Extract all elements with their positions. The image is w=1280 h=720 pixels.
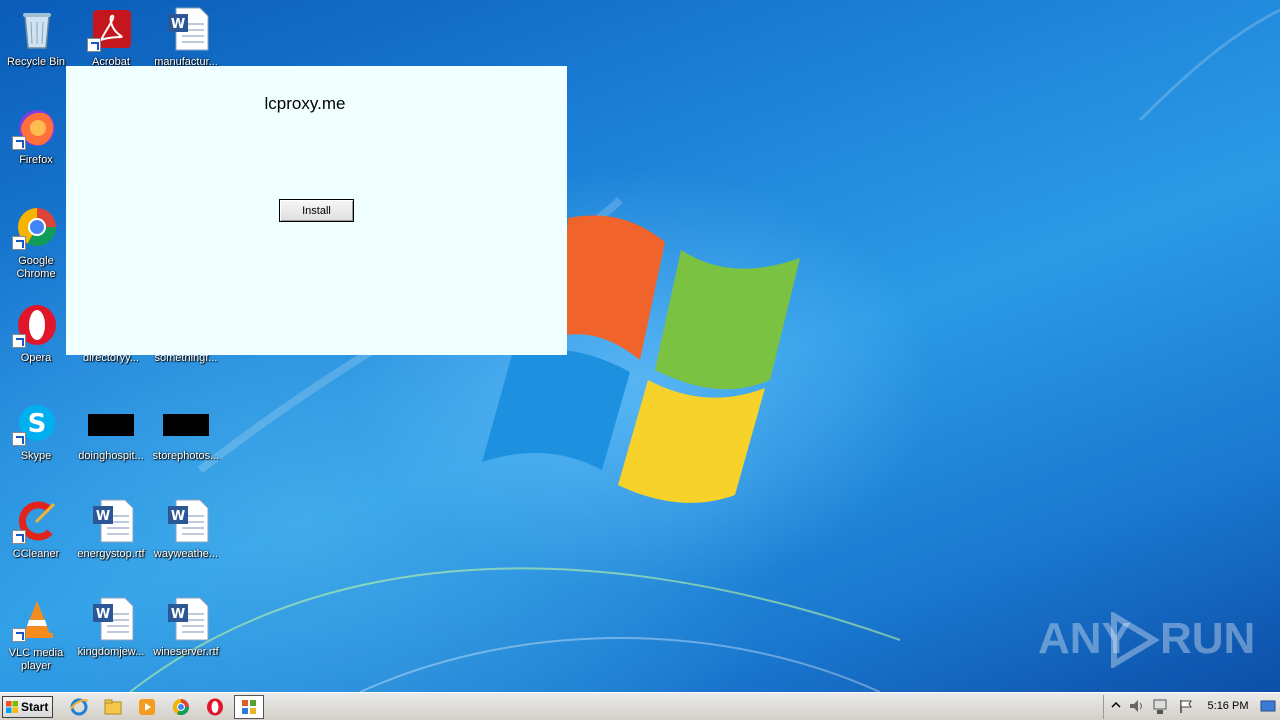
svg-text:S: S <box>28 409 47 439</box>
desktop-icon-google-chrome[interactable]: Google Chrome <box>0 198 72 286</box>
desktop-icon-vlc[interactable]: VLC media player <box>0 590 72 678</box>
icon-label: doinghospit... <box>78 450 144 462</box>
installer-popup-window: lcproxy.me Install <box>66 66 567 355</box>
svg-text:W: W <box>171 509 185 524</box>
volume-icon[interactable] <box>1128 698 1146 714</box>
chrome-icon[interactable] <box>171 697 191 717</box>
active-app-icon <box>242 700 256 714</box>
recycle-bin-icon <box>23 13 51 49</box>
icon-label: CCleaner <box>12 548 60 560</box>
desktop-icon-opera[interactable]: Opera <box>0 296 72 384</box>
word-doc-icon: W <box>93 597 134 641</box>
anyrun-watermark: ANY RUN <box>1038 612 1255 668</box>
icon-label: Google Chrome <box>16 255 56 280</box>
svg-text:W: W <box>96 509 110 524</box>
blank-file-icon <box>163 414 209 436</box>
taskbar: Start 5:16 PM <box>0 692 1280 720</box>
desktop-icon-kingdomjew[interactable]: W kingdomjew... <box>75 590 147 678</box>
taskbar-active-app[interactable] <box>234 695 264 719</box>
desktop-icon-storephotos[interactable]: storephotos... <box>150 394 222 482</box>
svg-text:W: W <box>171 17 185 32</box>
icon-label: Opera <box>20 352 52 364</box>
shortcut-arrow-icon <box>87 38 101 52</box>
watermark-text-right: RUN <box>1160 614 1256 663</box>
shortcut-arrow-icon <box>12 136 26 150</box>
desktop-icon-skype[interactable]: S Skype <box>0 394 72 482</box>
file-explorer-icon[interactable] <box>103 697 123 717</box>
action-center-flag-icon[interactable] <box>1178 698 1194 714</box>
start-label: Start <box>21 700 49 714</box>
word-doc-icon: W <box>168 499 209 543</box>
desktop-icon-firefox[interactable]: Firefox <box>0 98 72 186</box>
icon-label: VLC media player <box>8 647 64 672</box>
icon-label: Firefox <box>19 154 53 166</box>
popup-title: lcproxy.me <box>264 94 346 113</box>
show-hidden-icons-icon[interactable] <box>1111 700 1121 712</box>
network-icon[interactable] <box>1152 698 1170 716</box>
media-player-icon[interactable] <box>137 697 157 717</box>
shortcut-arrow-icon <box>12 628 26 642</box>
icon-label: Recycle Bin <box>6 56 66 68</box>
svg-text:W: W <box>96 607 110 622</box>
play-logo-icon <box>1111 612 1160 668</box>
blank-file-icon <box>88 414 134 436</box>
start-button[interactable]: Start <box>2 696 53 718</box>
opera-icon[interactable] <box>205 697 225 717</box>
icon-label: wayweathe... <box>153 548 219 560</box>
desktop: Recycle Bin Firefox Google Chrome Opera <box>0 0 1280 692</box>
install-button[interactable]: Install <box>279 199 354 222</box>
show-desktop-icon[interactable] <box>1260 697 1276 715</box>
desktop-icon-ccleaner[interactable]: CCleaner <box>0 492 72 580</box>
shortcut-arrow-icon <box>12 334 26 348</box>
icon-label: energystop.rtf <box>77 548 145 560</box>
word-doc-icon: W <box>93 499 134 543</box>
icon-label: storephotos... <box>152 450 220 462</box>
internet-explorer-icon[interactable] <box>69 697 89 717</box>
desktop-icon-wayweather[interactable]: W wayweathe... <box>150 492 222 580</box>
icon-label: wineserver.rtf <box>153 646 219 658</box>
desktop-icon-wineserver[interactable]: W wineserver.rtf <box>150 590 222 678</box>
shortcut-arrow-icon <box>12 236 26 250</box>
shortcut-arrow-icon <box>12 432 26 446</box>
word-doc-icon: W <box>168 7 209 51</box>
svg-text:W: W <box>171 607 185 622</box>
desktop-icon-energystop[interactable]: W energystop.rtf <box>75 492 147 580</box>
desktop-icon-recycle-bin[interactable]: Recycle Bin <box>0 0 72 88</box>
taskbar-clock[interactable]: 5:16 PM <box>1200 700 1256 712</box>
shortcut-arrow-icon <box>12 530 26 544</box>
windows-start-icon <box>6 701 18 713</box>
word-doc-icon: W <box>168 597 209 641</box>
desktop-icon-doinghospit[interactable]: doinghospit... <box>75 394 147 482</box>
icon-label: Skype <box>20 450 52 462</box>
icon-label: kingdomjew... <box>77 646 145 658</box>
